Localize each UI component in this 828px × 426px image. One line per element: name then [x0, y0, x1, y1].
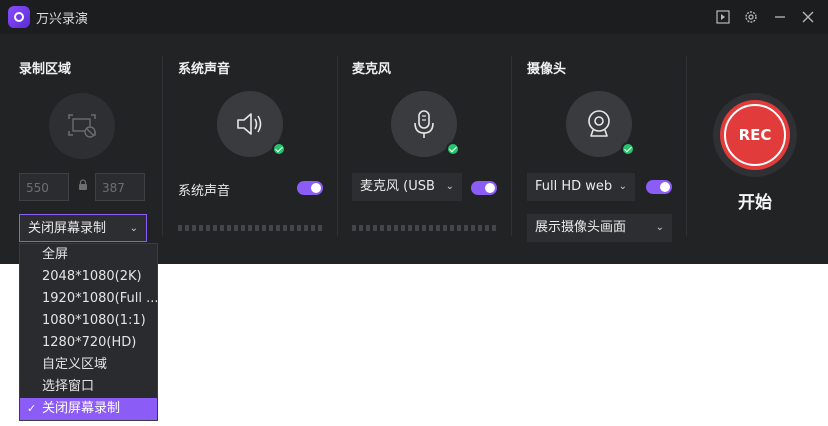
microphone-level-meter [352, 225, 497, 231]
camera-title: 摄像头 [527, 62, 567, 77]
dropdown-item-label: 关闭屏幕录制 [42, 401, 121, 416]
record-area-toggle[interactable] [49, 93, 115, 159]
settings-icon[interactable] [741, 7, 761, 27]
microphone-select-value: 麦克风 (USB [360, 179, 435, 194]
system-audio-toggle[interactable] [297, 181, 323, 195]
section-divider [686, 56, 687, 236]
dropdown-item[interactable]: 全屏 [20, 244, 157, 266]
check-icon: ✓ [27, 402, 37, 415]
section-divider [511, 56, 512, 236]
dropdown-item[interactable]: 1280*720(HD) [20, 332, 157, 354]
microphone-title: 麦克风 [352, 62, 392, 77]
camera-device-select[interactable]: Full HD web ⌄ [527, 173, 635, 201]
webcam-icon [588, 110, 610, 137]
status-check-icon [272, 142, 286, 156]
camera-mode-value: 展示摄像头画面 [535, 220, 627, 235]
chevron-down-icon: ⌄ [618, 181, 627, 192]
status-check-icon [621, 142, 635, 156]
dropdown-item[interactable]: 自定义区域 [20, 354, 157, 376]
rec-button[interactable]: REC [713, 93, 797, 177]
record-area-select-value: 关闭屏幕录制 [28, 221, 107, 236]
microphone-icon [414, 110, 434, 138]
dropdown-item[interactable]: 1080*1080(1:1) [20, 310, 157, 332]
chevron-down-icon: ⌄ [655, 222, 664, 233]
start-label[interactable]: 开始 [738, 188, 772, 213]
camera-toggle[interactable] [646, 180, 672, 194]
lock-icon[interactable] [78, 179, 88, 191]
title-bar: 万兴录演 [0, 0, 828, 34]
system-audio-label: 系统声音 [178, 184, 231, 199]
camera-device-value: Full HD web [535, 179, 613, 194]
record-area-dropdown: 全屏 2048*1080(2K) 1920*1080(Full ... 1080… [19, 243, 158, 421]
section-divider [162, 56, 163, 236]
chevron-down-icon: ⌄ [445, 181, 454, 192]
close-icon[interactable] [798, 7, 818, 27]
microphone-select[interactable]: 麦克风 (USB ⌄ [352, 173, 462, 201]
system-audio-title: 系统声音 [178, 62, 231, 77]
system-audio-level-meter [178, 225, 323, 231]
dropdown-item[interactable]: 2048*1080(2K) [20, 266, 157, 288]
dropdown-item-selected[interactable]: ✓ 关闭屏幕录制 [20, 398, 157, 420]
height-input[interactable]: 387 [95, 173, 145, 201]
camera-mode-select[interactable]: 展示摄像头画面 ⌄ [527, 214, 672, 242]
chevron-down-icon: ⌄ [129, 223, 138, 234]
dropdown-item[interactable]: 选择窗口 [20, 376, 157, 398]
microphone-toggle[interactable] [471, 181, 497, 195]
app-logo-icon [8, 6, 30, 28]
sidebar-toggle-icon[interactable] [713, 7, 733, 27]
dropdown-item[interactable]: 1920*1080(Full ... [20, 288, 157, 310]
status-check-icon [446, 142, 460, 156]
speaker-icon [237, 113, 262, 135]
rec-button-label: REC [724, 104, 786, 166]
screen-area-disabled-icon [68, 114, 96, 138]
recorder-panel: 万兴录演 录制区域 550 387 关闭屏幕录制 ⌄ 系统声音 系统声音 麦克风… [0, 0, 828, 264]
minimize-icon[interactable] [770, 7, 790, 27]
rec-button-ring: REC [720, 100, 790, 170]
section-divider [337, 56, 338, 236]
app-title: 万兴录演 [36, 12, 89, 27]
record-area-title: 录制区域 [19, 62, 72, 77]
width-input[interactable]: 550 [19, 173, 69, 201]
record-area-select[interactable]: 关闭屏幕录制 ⌄ [19, 214, 147, 242]
